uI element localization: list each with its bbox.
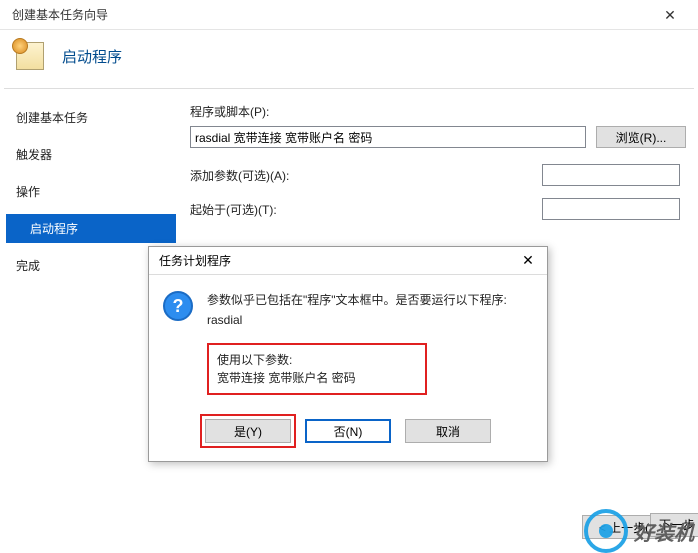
params-title: 使用以下参数:	[217, 351, 417, 369]
yes-button[interactable]: 是(Y)	[205, 419, 291, 443]
dialog-line1: 参数似乎已包括在"程序"文本框中。是否要运行以下程序:	[207, 291, 507, 309]
dialog-body: ? 参数似乎已包括在"程序"文本框中。是否要运行以下程序: rasdial 使用…	[149, 275, 547, 405]
dialog: 任务计划程序 ✕ ? 参数似乎已包括在"程序"文本框中。是否要运行以下程序: r…	[148, 246, 548, 462]
cancel-button[interactable]: 取消	[405, 419, 491, 443]
dialog-line2: rasdial	[207, 311, 507, 329]
dialog-buttons: 是(Y) 否(N) 取消	[149, 405, 547, 461]
params-highlight-box: 使用以下参数: 宽带连接 宽带账户名 密码	[207, 343, 427, 395]
watermark-text: 好装机	[634, 517, 694, 546]
watermark-icon	[584, 509, 628, 553]
dialog-close-icon[interactable]: ✕	[515, 252, 541, 269]
no-button[interactable]: 否(N)	[305, 419, 391, 443]
question-icon: ?	[163, 291, 193, 321]
modal-overlay: 任务计划程序 ✕ ? 参数似乎已包括在"程序"文本框中。是否要运行以下程序: r…	[0, 0, 698, 549]
dialog-title: 任务计划程序	[159, 252, 231, 269]
watermark: 好装机	[584, 509, 694, 553]
dialog-titlebar: 任务计划程序 ✕	[149, 247, 547, 275]
params-value: 宽带连接 宽带账户名 密码	[217, 369, 417, 387]
dialog-text: 参数似乎已包括在"程序"文本框中。是否要运行以下程序: rasdial 使用以下…	[207, 291, 507, 395]
